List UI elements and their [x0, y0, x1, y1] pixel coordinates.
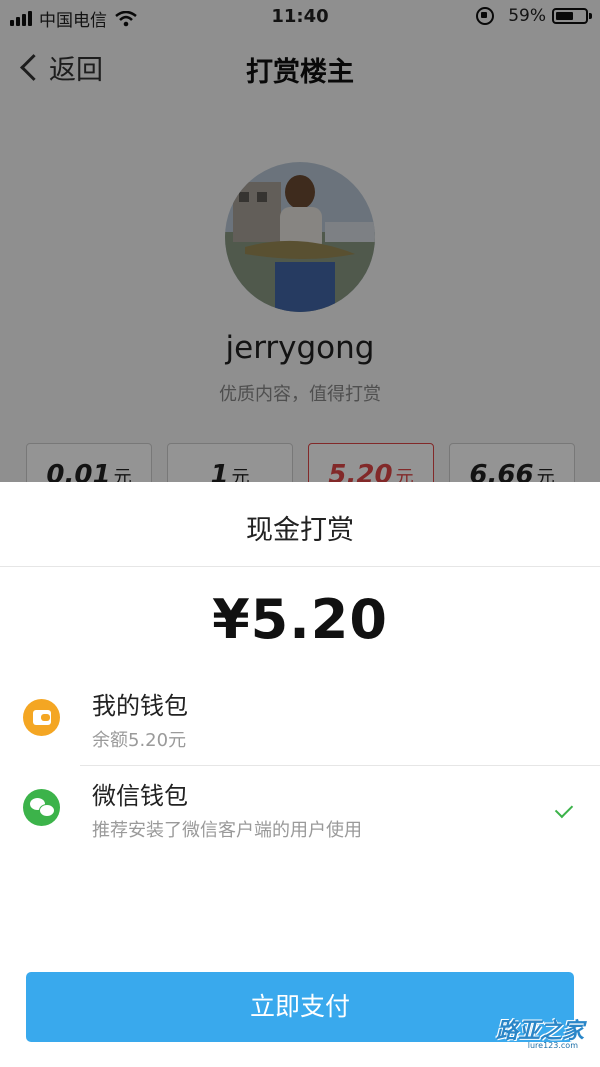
method-desc: 余额5.20元 [92, 730, 187, 751]
wallet-icon [23, 699, 60, 736]
payment-amount: ¥5.20 [212, 588, 388, 651]
method-name: 微信钱包 [92, 782, 188, 810]
method-desc: 推荐安装了微信客户端的用户使用 [92, 820, 362, 841]
divider [80, 765, 600, 766]
watermark-logo: 路亚之家 lure123.com [495, 1019, 584, 1050]
payment-method-wallet[interactable]: 我的钱包 余额5.20元 [0, 678, 600, 762]
sheet-title: 现金打赏 [246, 515, 354, 546]
payment-sheet: 现金打赏 ¥5.20 我的钱包 余额5.20元 微信钱包 推荐安装了微信客户端的… [0, 482, 600, 1067]
payment-method-wechat[interactable]: 微信钱包 推荐安装了微信客户端的用户使用 [0, 768, 600, 852]
checkmark-icon [554, 799, 574, 819]
method-name: 我的钱包 [92, 692, 188, 720]
divider [0, 566, 600, 567]
wechat-icon [23, 789, 60, 826]
